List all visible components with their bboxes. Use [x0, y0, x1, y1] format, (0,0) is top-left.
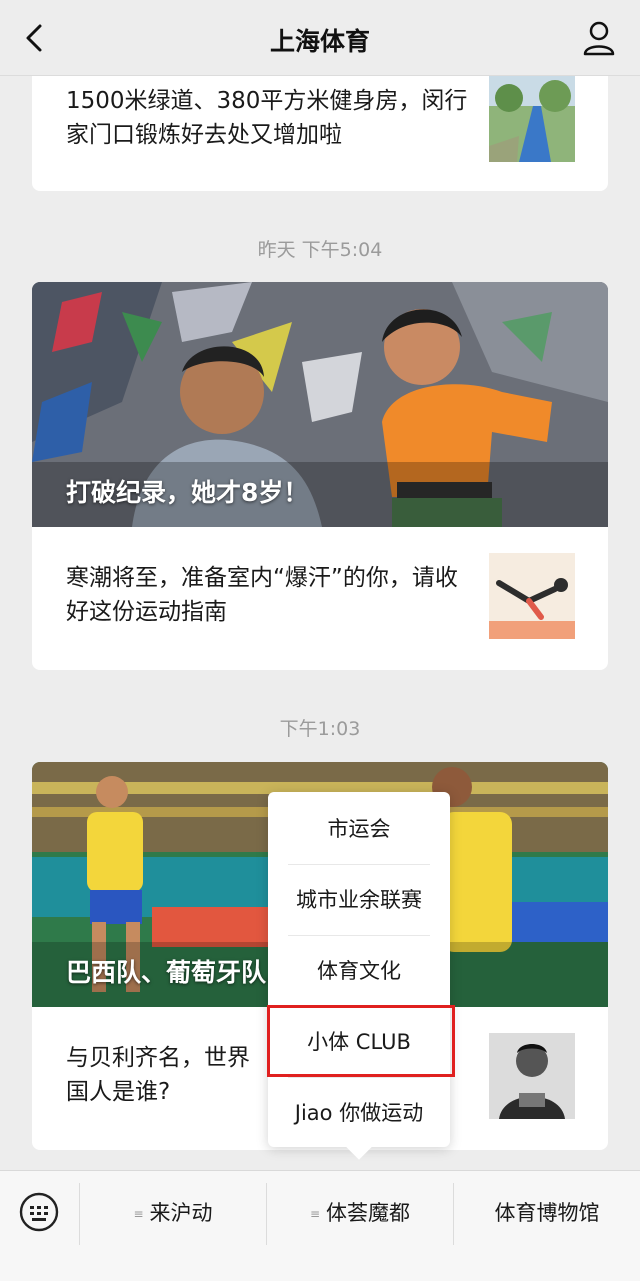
- workout-thumbnail[interactable]: [489, 553, 575, 639]
- article-title[interactable]: 1500米绿道、380平方米健身房，闵行家门口锻炼好去处又增加啦: [66, 84, 476, 152]
- page-title: 上海体育: [269, 27, 370, 56]
- menu-button-label: 体荟魔都: [326, 1201, 411, 1225]
- menu-button-laihudong[interactable]: ≡ 来沪动: [80, 1179, 266, 1247]
- menu-button-sports-museum[interactable]: 体育博物馆: [454, 1179, 640, 1247]
- keyboard-icon[interactable]: [18, 1191, 60, 1233]
- bottom-menu-bar: ≡ 来沪动 ≡ 体荟魔都 体育博物馆: [0, 1170, 640, 1281]
- menu-lines-icon: ≡: [133, 1207, 144, 1221]
- top-navigation-bar: 上海体育: [0, 0, 640, 76]
- submenu-item-amateur-league[interactable]: 城市业余联赛: [288, 865, 430, 936]
- timestamp: 昨天 下午5:04: [257, 239, 383, 261]
- article-row[interactable]: 寒潮将至，准备室内“爆汗”的你，请收好这份运动指南: [32, 527, 608, 670]
- article-title[interactable]: 寒潮将至，准备室内“爆汗”的你，请收好这份运动指南: [66, 561, 476, 629]
- article-card[interactable]: 1500米绿道、380平方米健身房，闵行家门口锻炼好去处又增加啦: [32, 76, 608, 191]
- menu-lines-icon: ≡: [309, 1207, 321, 1221]
- article-row[interactable]: 1500米绿道、380平方米健身房，闵行家门口锻炼好去处又增加啦: [32, 76, 608, 191]
- menu-button-tihuimodu[interactable]: ≡ 体荟魔都: [267, 1179, 453, 1247]
- submenu-item-sports-culture[interactable]: 体育文化: [288, 936, 430, 1007]
- timestamp: 下午1:03: [279, 718, 361, 740]
- menu-button-label: 体育博物馆: [494, 1201, 600, 1225]
- greenway-thumbnail[interactable]: [489, 76, 575, 162]
- profile-icon[interactable]: [582, 20, 616, 56]
- submenu-popup: 市运会 城市业余联赛 体育文化 小体 CLUB Jiao 你做运动: [268, 792, 450, 1160]
- article-card[interactable]: 打破纪录，她才8岁！ 寒潮将至，准备室内“爆汗”的你，请收好这份运动指南: [32, 282, 608, 670]
- highlight-box: [267, 1005, 455, 1077]
- hero-title[interactable]: 打破纪录，她才8岁！: [66, 473, 308, 509]
- player-thumbnail[interactable]: [489, 1033, 575, 1119]
- menu-button-label: 来沪动: [149, 1201, 213, 1225]
- hero-image-climbing[interactable]: 打破纪录，她才8岁！: [32, 282, 608, 527]
- submenu-item-city-games[interactable]: 市运会: [288, 794, 430, 865]
